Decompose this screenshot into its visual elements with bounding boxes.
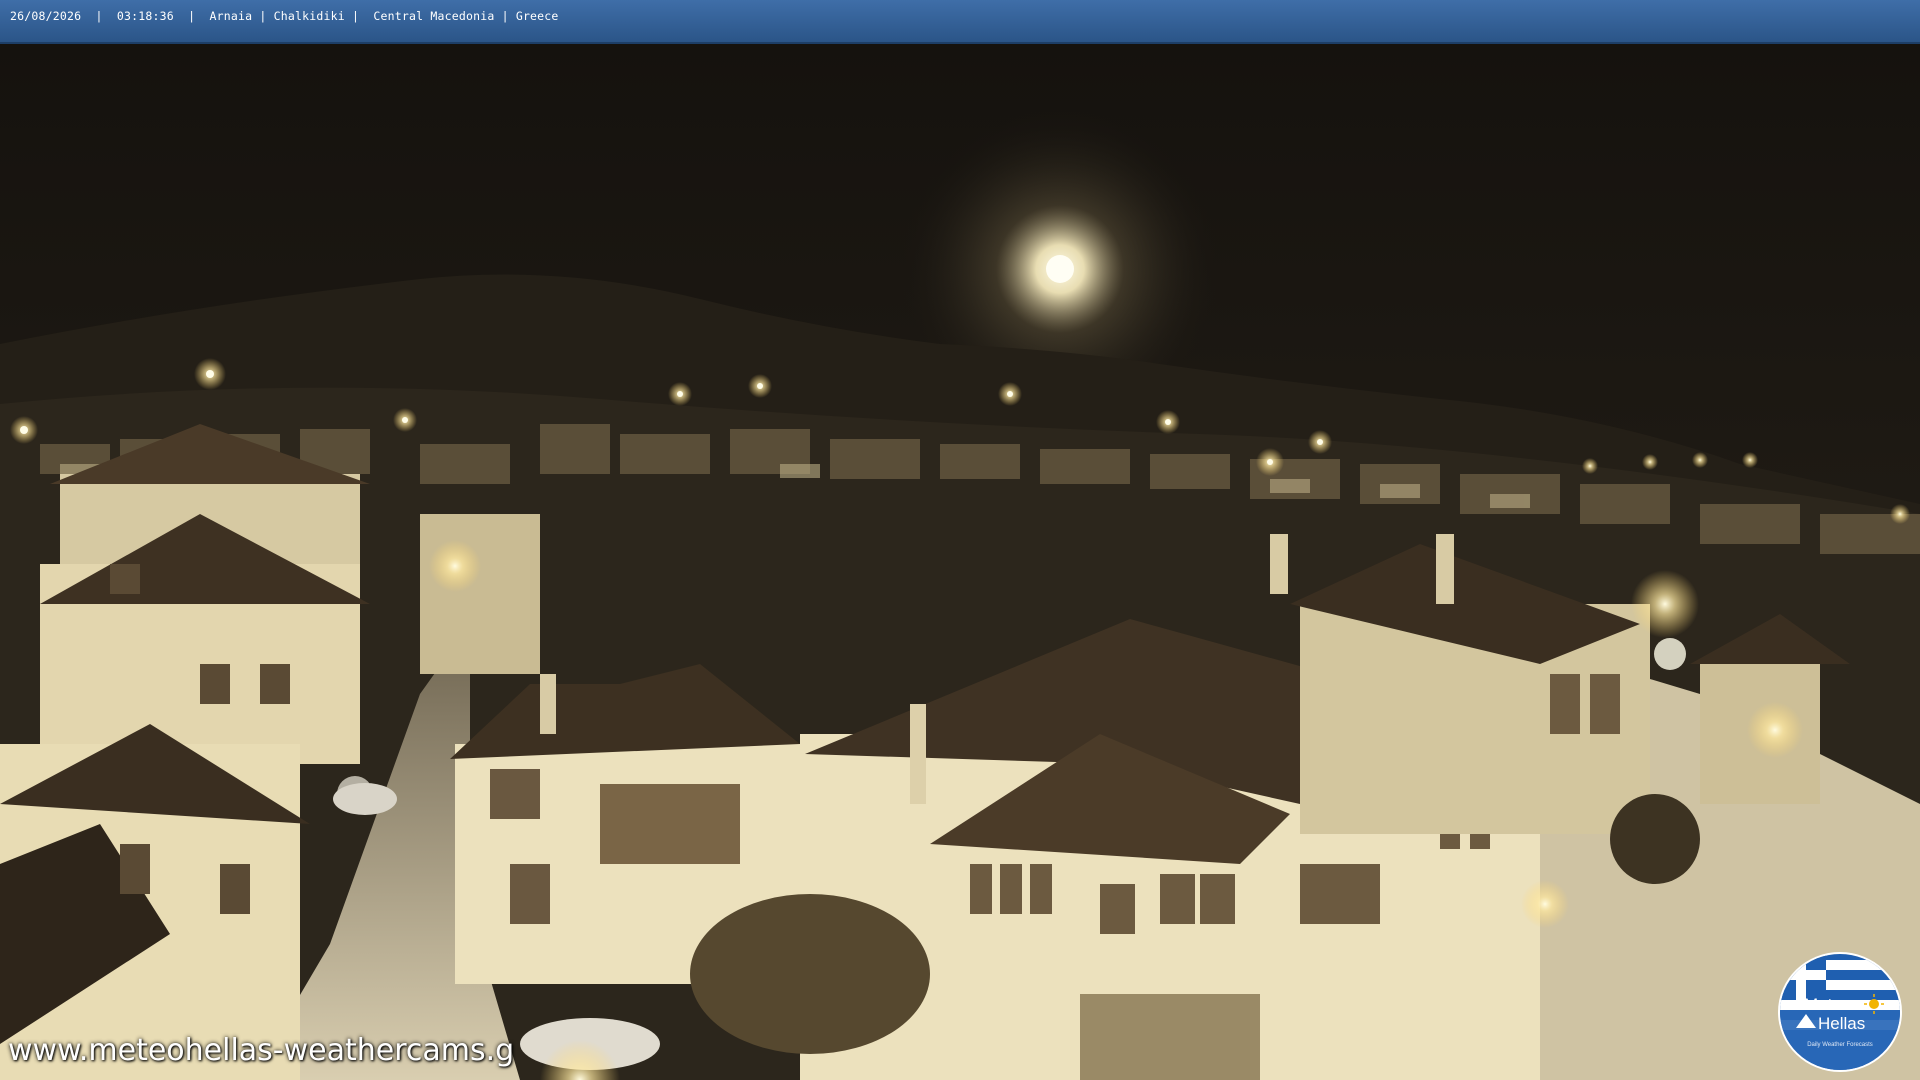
plaza-tree [1610,794,1700,884]
meteohellas-logo: Meteo Hellas Daily Weather Forecasts [1778,952,1902,1072]
separator: | [95,9,103,23]
logo-line1: Meteo [1804,995,1851,1014]
webcam-frame: 26/08/2026 | 03:18:36 | Arnaia | Chalkid… [0,0,1920,1080]
night-village-scene [0,44,1920,1080]
courtyard-tree [690,894,930,1054]
separator: | [188,9,196,23]
sun-icon [1869,999,1879,1009]
moon [1046,255,1074,283]
parked-car [333,783,397,815]
time-label: 03:18:36 [116,9,174,23]
info-text: 26/08/2026 | 03:18:36 | Arnaia | Chalkid… [10,9,559,23]
info-bar: 26/08/2026 | 03:18:36 | Arnaia | Chalkid… [0,0,1920,44]
location-label: Arnaia | Chalkidiki | Central Macedonia … [209,9,559,23]
site-watermark: www.meteohellas-weathercams.g [8,1033,515,1068]
logo-tagline: Daily Weather Forecasts [1807,1042,1873,1048]
date-label: 26/08/2026 [10,9,82,23]
logo-line2: Hellas [1818,1014,1865,1033]
